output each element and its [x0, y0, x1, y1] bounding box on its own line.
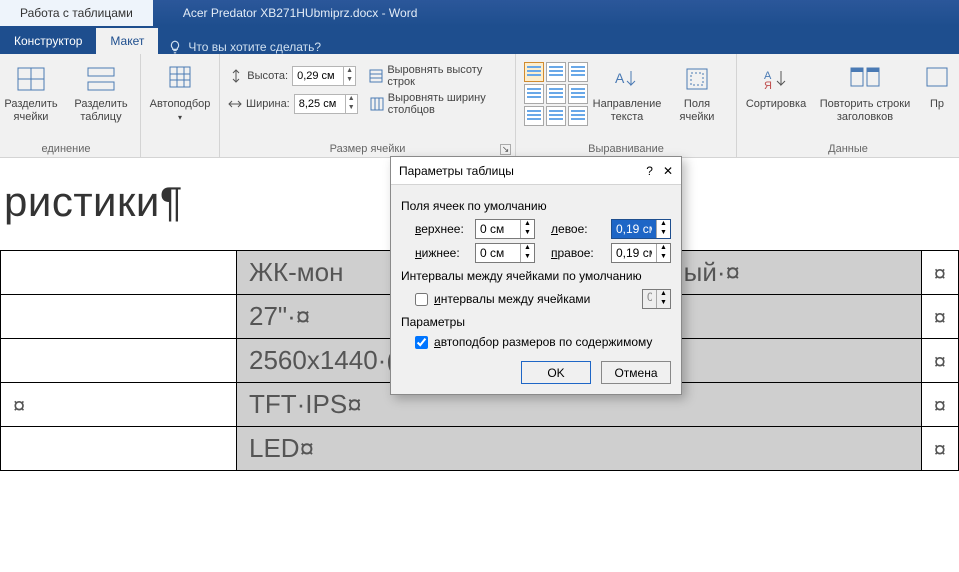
table-options-dialog: Параметры таблицы ? ✕ Поля ячеек по умол… [390, 156, 682, 395]
tab-design[interactable]: Конструктор [0, 28, 96, 54]
spacing-checkbox[interactable] [415, 293, 428, 306]
autofit-label: автоподбор размеров по содержимому [434, 335, 652, 349]
label: Сортировка [746, 98, 806, 111]
label: Разделить таблицу [74, 98, 127, 124]
tab-strip: Конструктор Макет Что вы хотите сделать? [0, 26, 959, 54]
autofit-checkbox[interactable] [415, 336, 428, 349]
split-table-button[interactable]: Разделить таблицу [70, 58, 132, 124]
context-tab: Работа с таблицами [0, 0, 153, 26]
autofit-button[interactable]: Автоподбор ▾ [149, 58, 211, 124]
table-row[interactable]: LED¤¤ [1, 427, 959, 471]
svg-text:A: A [615, 70, 625, 86]
top-label: верхнее: [415, 222, 469, 236]
height-icon [228, 68, 243, 84]
data-group-label: Данные [745, 141, 951, 155]
merge-group-label: единение [0, 141, 132, 155]
dialog-launcher-icon[interactable]: ↘ [500, 144, 511, 155]
tab-layout[interactable]: Макет [96, 28, 158, 54]
lightbulb-icon [168, 40, 182, 54]
width-icon [228, 96, 242, 112]
cell-margins-icon [685, 67, 709, 91]
dist-cols-icon [370, 96, 384, 112]
dist-cols-button[interactable]: Выровнять ширину столбцов [388, 92, 507, 116]
help-icon[interactable]: ? [646, 164, 653, 178]
label: Автоподбор [150, 98, 211, 111]
label: Пр [930, 98, 944, 111]
bottom-spinner[interactable]: ▲▼ [475, 243, 535, 263]
width-spinner[interactable]: ▲▼ [294, 94, 358, 114]
split-table-icon [87, 67, 115, 91]
sort-icon: AЯ [763, 67, 789, 91]
left-label: левое: [551, 222, 605, 236]
top-spinner[interactable]: ▲▼ [475, 219, 535, 239]
tell-me-text: Что вы хотите сделать? [188, 40, 321, 54]
ribbon: Разделить ячейки Разделить таблицу едине… [0, 54, 959, 158]
title-bar: Работа с таблицами Acer Predator XB271HU… [0, 0, 959, 26]
split-cells-icon [17, 67, 45, 91]
autofit-icon [166, 66, 194, 92]
dialog-title: Параметры таблицы [399, 164, 514, 178]
align-group-label: Выравнивание [524, 141, 728, 155]
repeat-header-icon [850, 67, 880, 91]
sort-button[interactable]: AЯ Сортировка [745, 58, 807, 111]
label: Поля ячейки [680, 98, 715, 124]
height-label: Высота: [247, 70, 288, 82]
height-spinner[interactable]: ▲▼ [292, 66, 356, 86]
text-direction-button[interactable]: A Направление текста [596, 58, 658, 124]
spacing-label: интервалы между ячейками [434, 292, 590, 306]
width-label: Ширина: [246, 98, 290, 110]
ok-button[interactable]: OK [521, 361, 591, 384]
more-button[interactable]: Пр [923, 58, 951, 111]
bottom-label: нижнее: [415, 246, 469, 260]
close-icon[interactable]: ✕ [663, 164, 673, 178]
dialog-titlebar[interactable]: Параметры таблицы ? ✕ [391, 157, 681, 185]
right-label: правое: [551, 246, 605, 260]
tell-me[interactable]: Что вы хотите сделать? [158, 40, 331, 54]
spacing-spinner: ▲▼ [642, 289, 671, 309]
cancel-button[interactable]: Отмена [601, 361, 671, 384]
right-spinner[interactable]: ▲▼ [611, 243, 671, 263]
cellsize-group-label: Размер ячейки↘ [228, 141, 507, 155]
repeat-header-button[interactable]: Повторить строки заголовков [815, 58, 915, 124]
dist-rows-icon [368, 68, 383, 84]
label: Направление текста [593, 98, 662, 124]
alignment-grid[interactable] [524, 62, 588, 126]
document-title: Acer Predator XB271HUbmiprz.docx - Word [183, 6, 418, 20]
convert-icon [926, 67, 948, 91]
text-direction-icon: A [613, 67, 641, 91]
section-spacing: Интервалы между ячейками по умолчанию [401, 269, 671, 283]
split-cells-button[interactable]: Разделить ячейки [0, 58, 62, 124]
svg-text:Я: Я [764, 80, 772, 91]
label: Повторить строки заголовков [820, 98, 910, 124]
section-options: Параметры [401, 315, 671, 329]
cell-margins-button[interactable]: Поля ячейки [666, 58, 728, 124]
label: Разделить ячейки [4, 98, 57, 124]
left-spinner[interactable]: ▲▼ [611, 219, 671, 239]
section-margins: Поля ячеек по умолчанию [401, 199, 671, 213]
dist-rows-button[interactable]: Выровнять высоту строк [387, 64, 507, 88]
